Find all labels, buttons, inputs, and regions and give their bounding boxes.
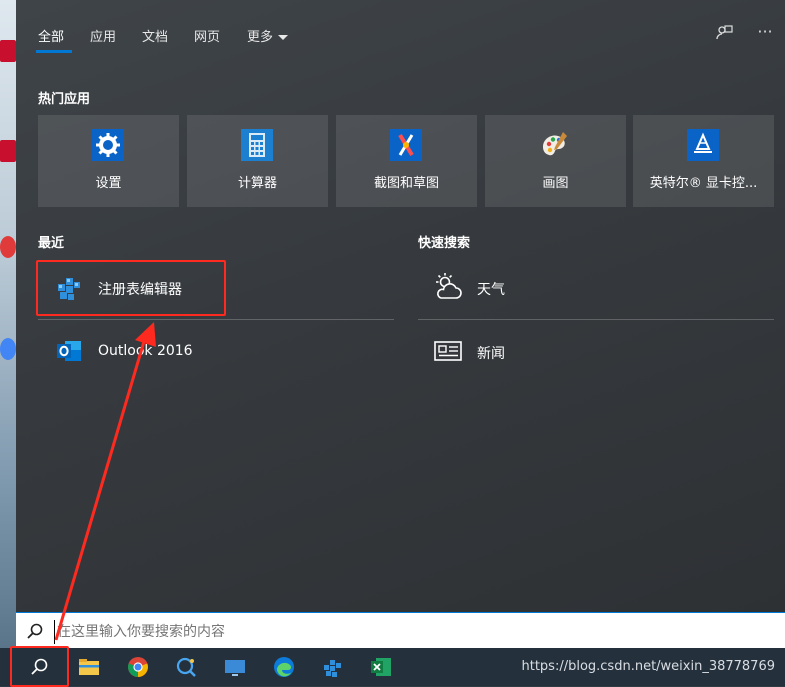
app-desktop-icon[interactable]: [0, 236, 16, 258]
taskbar-regedit[interactable]: [313, 651, 353, 683]
feedback-icon[interactable]: [713, 24, 735, 46]
tab-documents[interactable]: 文档: [142, 26, 168, 45]
taskbar-edge[interactable]: [264, 651, 304, 683]
snip-sketch-icon: [390, 129, 422, 161]
search-input[interactable]: [54, 620, 659, 644]
search-icon: [27, 623, 43, 639]
taskbar: https://blog.csdn.net/weixin_38778769: [0, 648, 785, 686]
taskbar-excel[interactable]: [361, 651, 401, 683]
paint-icon: [543, 132, 567, 156]
gear-icon: [92, 129, 124, 161]
watermark-text: https://blog.csdn.net/weixin_38778769: [521, 659, 775, 674]
cortana-icon: [176, 657, 196, 677]
desktop-icon: [225, 660, 245, 676]
taskbar-cortana[interactable]: [166, 651, 206, 683]
regedit-icon: [324, 660, 341, 677]
weather-icon: [436, 273, 462, 299]
edge-icon: [274, 657, 294, 677]
taskbar-file-explorer[interactable]: [69, 651, 109, 683]
top-apps-heading: 热门应用: [38, 92, 91, 107]
quick-search-news[interactable]: 新闻: [433, 327, 633, 375]
tile-label: 画图: [542, 176, 569, 191]
recent-item-outlook[interactable]: Outlook 2016: [54, 327, 254, 375]
highlight-box-regedit: [36, 260, 226, 316]
intel-graphics-icon: [687, 129, 719, 161]
highlight-box-search-button: [10, 646, 69, 687]
tile-calculator[interactable]: 计算器: [187, 115, 328, 207]
list-item-label: Outlook 2016: [98, 343, 193, 359]
outlook-icon: [57, 341, 81, 361]
taskbar-chrome[interactable]: [118, 651, 158, 683]
tile-settings[interactable]: 设置: [38, 115, 179, 207]
chrome-icon: [128, 657, 148, 677]
pdf-desktop-icon[interactable]: [0, 40, 16, 62]
list-item-label: 新闻: [477, 346, 505, 362]
desktop-background: [0, 0, 16, 648]
tile-label: 英特尔® 显卡控...: [649, 176, 758, 191]
pdf-desktop-icon[interactable]: [0, 140, 16, 162]
calculator-icon: [241, 129, 273, 161]
excel-icon: [371, 658, 391, 676]
more-options-icon[interactable]: ···: [754, 22, 776, 44]
list-item-label: 天气: [477, 282, 505, 298]
quick-search-heading: 快速搜索: [418, 236, 471, 251]
tile-snip-sketch[interactable]: 截图和草图: [336, 115, 477, 207]
recent-heading: 最近: [38, 236, 65, 251]
news-icon: [434, 341, 462, 361]
tab-apps[interactable]: 应用: [90, 26, 116, 45]
tab-more-label: 更多: [247, 30, 274, 45]
tab-all[interactable]: 全部: [38, 26, 64, 45]
chevron-down-icon: [278, 35, 289, 40]
active-tab-indicator: [36, 50, 72, 53]
quick-search-weather[interactable]: 天气: [433, 263, 633, 311]
tile-label: 设置: [95, 176, 122, 191]
tile-intel-graphics[interactable]: 英特尔® 显卡控...: [633, 115, 774, 207]
search-box[interactable]: [16, 612, 785, 649]
filter-tabs: 全部 应用 文档 网页 更多 ···: [16, 0, 785, 70]
tab-more[interactable]: 更多: [247, 26, 289, 45]
divider: [418, 319, 774, 320]
tile-paint[interactable]: 画图: [485, 115, 626, 207]
divider: [38, 319, 394, 320]
taskbar-desktop[interactable]: [215, 651, 255, 683]
tile-label: 截图和草图: [373, 176, 439, 191]
tab-web[interactable]: 网页: [194, 26, 220, 45]
tile-label: 计算器: [237, 176, 277, 191]
file-explorer-icon: [79, 659, 99, 675]
chrome-desktop-icon[interactable]: [0, 338, 16, 360]
